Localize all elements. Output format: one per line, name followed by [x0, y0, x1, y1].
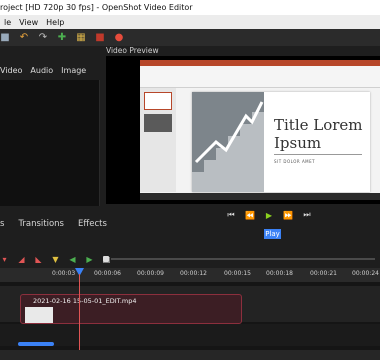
slide-thumbnail	[144, 114, 172, 132]
track-row[interactable]: 2021-02-16 15-05-01_EDIT.mp4	[0, 286, 380, 324]
filter-video[interactable]: Video	[0, 66, 22, 75]
window-title-bar: roject [HD 720p 30 fps] - OpenShot Video…	[0, 0, 380, 15]
previous-marker-icon[interactable]: ◀	[68, 255, 77, 264]
ruler-label: 00:00:18	[266, 270, 293, 277]
menu-help[interactable]: Help	[42, 18, 68, 27]
snap-icon[interactable]: ◢	[17, 255, 26, 264]
ruler-label: 00:00:24	[352, 270, 379, 277]
timeline-tracks: 2021-02-16 15-05-01_EDIT.mp4	[0, 282, 380, 360]
filter-image[interactable]: Image	[61, 66, 86, 75]
export-icon[interactable]: ■	[95, 32, 105, 43]
playhead-line[interactable]	[79, 274, 80, 360]
stairs-image	[192, 92, 264, 192]
filter-audio[interactable]: Audio	[30, 66, 53, 75]
taskbar	[140, 193, 380, 200]
project-files-panel: Video Audio Image	[0, 46, 103, 236]
menu-bar: le View Help	[0, 15, 380, 29]
slide-title: Title Lorem Ipsum	[274, 116, 363, 152]
razor-icon[interactable]: ◣	[34, 255, 43, 264]
undo-icon[interactable]: ↶	[19, 32, 29, 43]
timeline-zoom-slider[interactable]	[103, 256, 375, 262]
zoom-handle[interactable]	[103, 256, 109, 262]
add-marker-icon[interactable]: ▼	[51, 255, 60, 264]
menu-file[interactable]: le	[0, 18, 15, 27]
ruler-label: 00:00:21	[310, 270, 337, 277]
window-title: roject [HD 720p 30 fps] - OpenShot Video…	[0, 3, 193, 12]
jump-start-icon[interactable]: ⏮	[226, 210, 236, 220]
clip-thumbnail	[25, 307, 53, 323]
ppt-ribbon	[140, 66, 380, 88]
ruler-label: 0:00:03	[52, 270, 76, 277]
clip-name: 2021-02-16 15-05-01_EDIT.mp4	[33, 297, 137, 305]
tab-project-files[interactable]: s	[0, 219, 4, 229]
main-toolbar: ■ ↶ ↷ ✚ ▦ ■ ●	[0, 29, 380, 46]
save-icon[interactable]: ■	[0, 32, 10, 43]
play-icon[interactable]: ▶	[264, 210, 274, 220]
slide-thumbnail	[144, 92, 172, 110]
import-files-icon[interactable]: ✚	[57, 32, 67, 43]
ruler-label: 00:00:06	[94, 270, 121, 277]
panel-tabs: s Transitions Effects	[0, 216, 107, 232]
tab-transitions[interactable]: Transitions	[18, 219, 64, 229]
video-preview: Title Lorem Ipsum SIT DOLOR AMET	[106, 56, 380, 204]
zoom-track	[111, 258, 375, 260]
record-icon[interactable]: ●	[114, 32, 124, 43]
project-files-list[interactable]	[0, 80, 100, 206]
slide-subtitle: SIT DOLOR AMET	[274, 159, 316, 164]
rewind-icon[interactable]: ⏪	[245, 210, 255, 220]
timeline-footer	[0, 350, 380, 360]
video-preview-label: Video Preview	[106, 46, 159, 55]
timeline-ruler[interactable]: 0:00:03 00:00:06 00:00:09 00:00:12 00:00…	[0, 268, 380, 282]
ruler-label: 00:00:12	[180, 270, 207, 277]
track-row[interactable]	[0, 324, 380, 346]
playback-controls: ⏮ ⏪ ▶ ⏩ ⏭	[226, 210, 312, 220]
tab-effects[interactable]: Effects	[78, 219, 107, 229]
slide-canvas: Title Lorem Ipsum SIT DOLOR AMET	[192, 92, 370, 192]
play-tooltip: Play	[264, 229, 281, 239]
add-track-icon[interactable]: ▾	[0, 255, 9, 264]
next-marker-icon[interactable]: ▶	[85, 255, 94, 264]
stairs-photo	[192, 92, 264, 192]
jump-end-icon[interactable]: ⏭	[302, 210, 312, 220]
ruler-label: 00:00:15	[224, 270, 251, 277]
slide-divider	[274, 154, 362, 155]
video-frame: Title Lorem Ipsum SIT DOLOR AMET	[140, 60, 380, 200]
file-filter-tabs: Video Audio Image	[0, 46, 103, 75]
profile-icon[interactable]: ▦	[76, 32, 86, 43]
ruler-label: 00:00:09	[137, 270, 164, 277]
fast-forward-icon[interactable]: ⏩	[283, 210, 293, 220]
menu-view[interactable]: View	[15, 18, 42, 27]
timeline-scrollbar[interactable]	[18, 342, 54, 346]
redo-icon[interactable]: ↷	[38, 32, 48, 43]
ppt-slide-thumbnails	[140, 88, 176, 192]
video-clip[interactable]: 2021-02-16 15-05-01_EDIT.mp4	[20, 294, 242, 324]
